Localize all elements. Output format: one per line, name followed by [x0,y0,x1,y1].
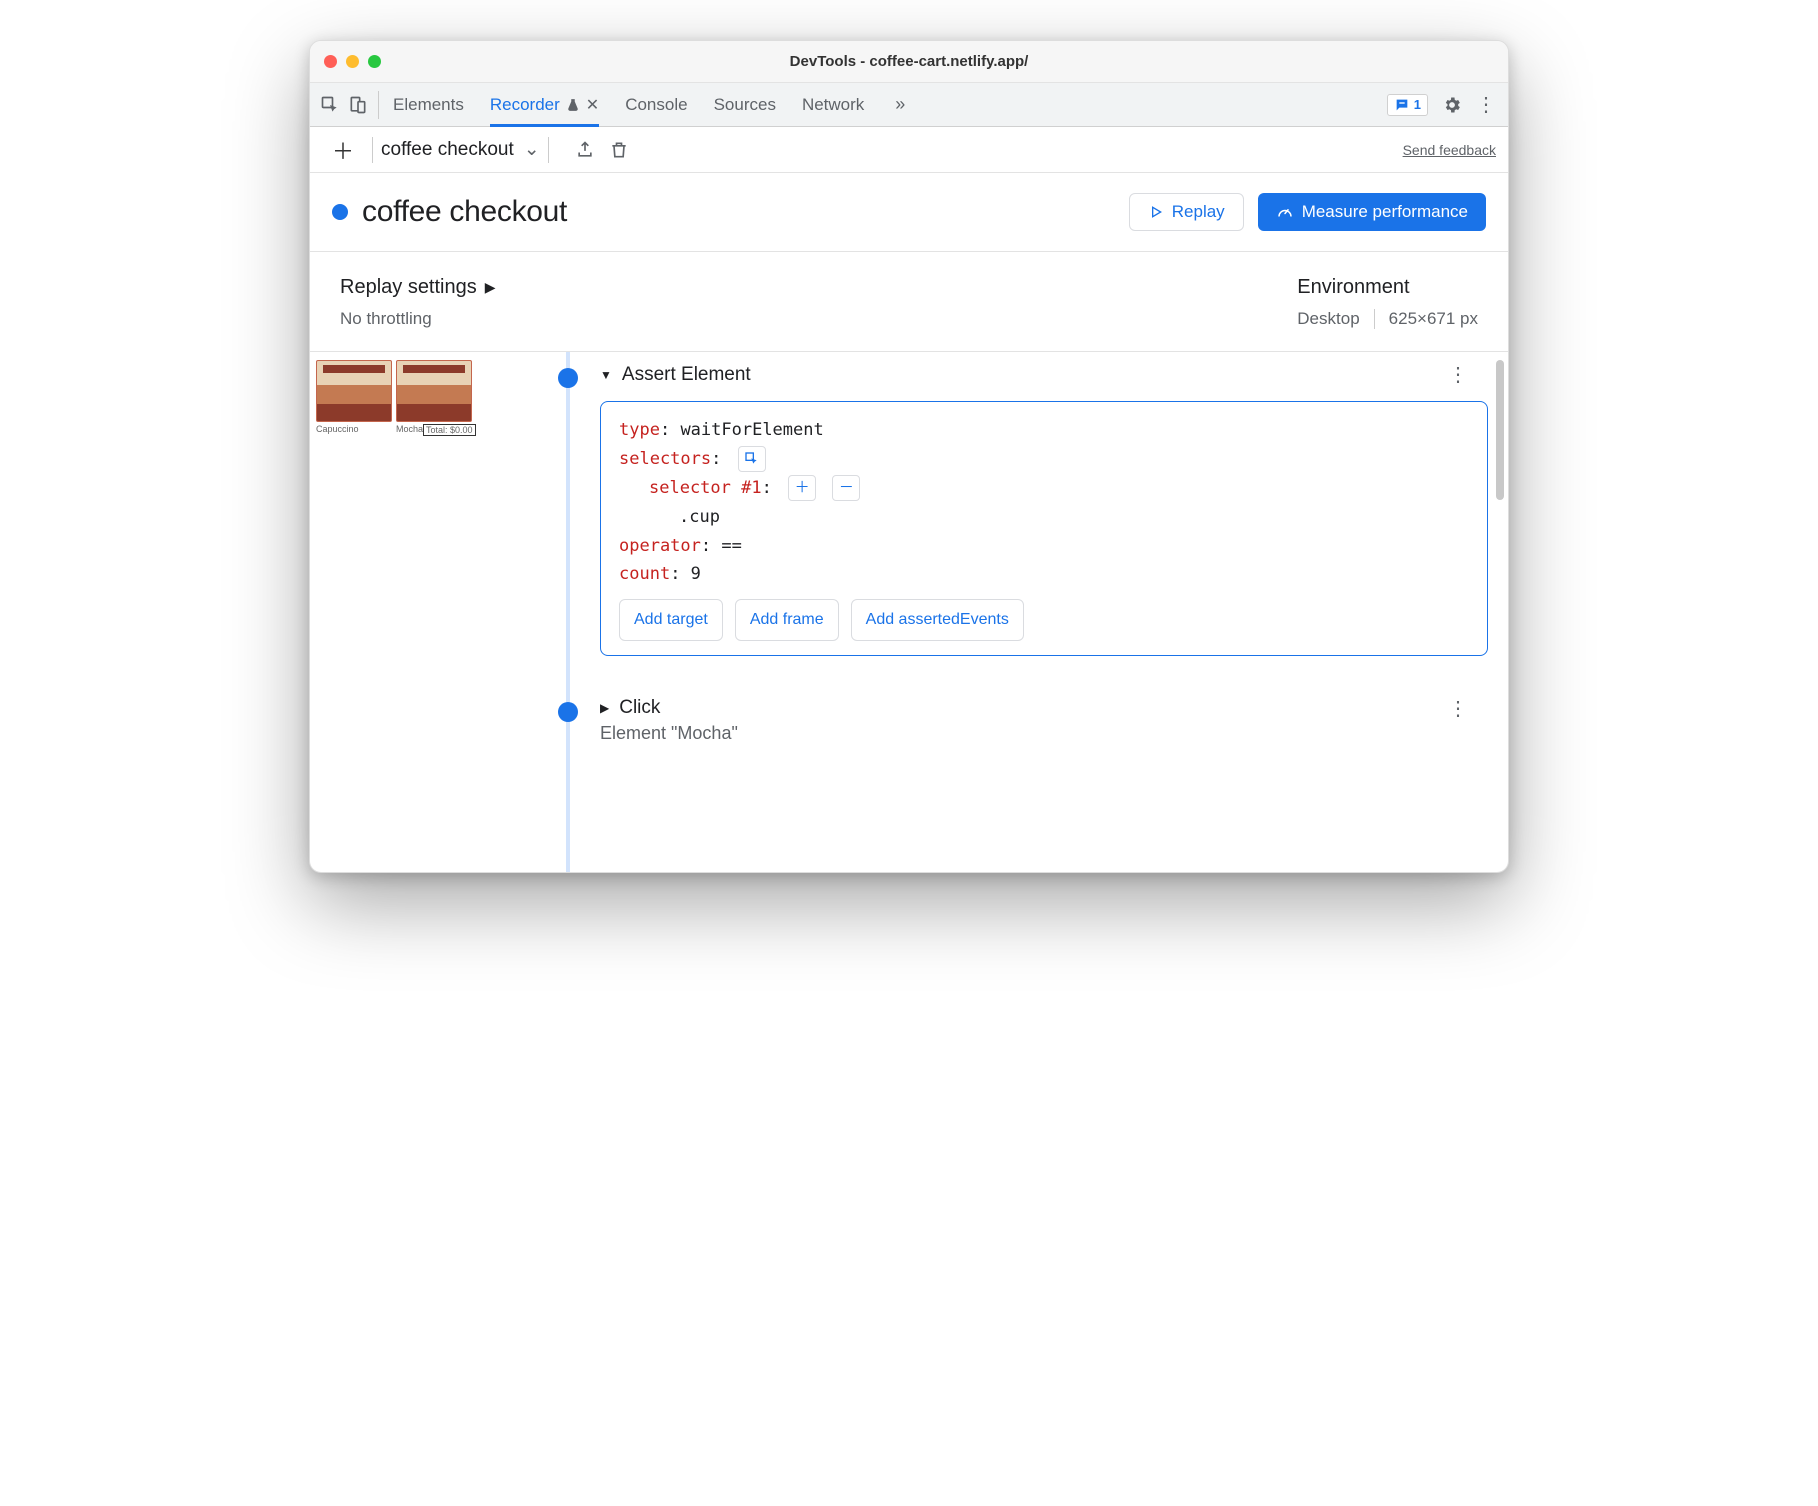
minimize-window-button[interactable] [346,55,359,68]
window-title: DevTools - coffee-cart.netlify.app/ [310,53,1508,70]
chevron-down-icon: ⌄ [524,138,540,161]
prop-key-selectors: selectors [619,449,711,469]
issue-icon [1394,97,1410,113]
replay-button[interactable]: Replay [1129,193,1244,231]
step-title[interactable]: Click [619,697,660,719]
gauge-icon [1276,203,1294,221]
send-feedback-link[interactable]: Send feedback [1403,142,1496,158]
measure-label: Measure performance [1302,202,1468,222]
step-menu-icon[interactable]: ⋮ [1448,696,1468,721]
thumb-total: Total: $0.00 [423,424,476,436]
more-tabs-icon[interactable]: » [890,95,910,115]
delete-icon[interactable] [609,140,629,160]
issues-count: 1 [1414,97,1421,112]
flask-icon [566,98,580,112]
play-icon [1148,204,1164,220]
prop-key-count: count [619,564,670,584]
prop-val-count[interactable]: 9 [691,564,701,584]
prop-key-operator: operator [619,536,701,556]
timeline: Capuccino Mocha Total: $0.00 ▼ Assert [310,352,1508,872]
pick-selector-icon[interactable] [738,446,766,472]
replay-settings-toggle[interactable]: Replay settings ▶ [340,276,1297,299]
recording-header: coffee checkout Replay Measure performan… [310,173,1508,252]
new-recording-button[interactable]: ＋ [322,134,364,166]
step-title[interactable]: Assert Element [622,364,751,386]
scrollbar-thumb[interactable] [1496,360,1504,500]
replay-settings-heading: Replay settings [340,276,477,299]
devtools-window: DevTools - coffee-cart.netlify.app/ Elem… [309,40,1509,873]
divider [1374,309,1375,329]
kebab-menu-icon[interactable]: ⋮ [1476,95,1496,115]
remove-selector-icon[interactable]: － [832,475,860,501]
thumb-label: Mocha [396,424,423,436]
panel-tabbar: Elements Recorder ✕ Console Sources Netw… [310,83,1508,127]
prop-key-selector1: selector #1 [649,478,762,498]
recorder-toolbar: ＋ coffee checkout ⌄ Send feedback [310,127,1508,173]
export-icon[interactable] [575,140,595,160]
environment-device: Desktop [1297,309,1359,329]
step-subtitle: Element "Mocha" [600,723,1488,744]
recording-status-dot [332,204,348,220]
tab-console[interactable]: Console [625,83,687,127]
environment-dimensions: 625×671 px [1389,309,1478,329]
titlebar: DevTools - coffee-cart.netlify.app/ [310,41,1508,83]
collapse-icon[interactable]: ▼ [600,368,612,382]
step-assert-element: ▼ Assert Element ⋮ type: waitForElement … [550,352,1488,676]
recording-selector[interactable]: coffee checkout ⌄ [381,138,540,161]
close-window-button[interactable] [324,55,337,68]
replay-label: Replay [1172,202,1225,222]
step-click: ▶ Click ⋮ Element "Mocha" [550,676,1488,764]
tab-network[interactable]: Network [802,83,864,127]
chevron-right-icon: ▶ [485,279,496,296]
zoom-window-button[interactable] [368,55,381,68]
tab-recorder[interactable]: Recorder ✕ [490,83,599,127]
step-dot [558,702,578,722]
settings-gear-icon[interactable] [1442,95,1462,115]
tab-elements[interactable]: Elements [393,83,464,127]
step-detail-panel: type: waitForElement selectors: selector… [600,401,1488,656]
prop-val-operator[interactable]: == [721,536,741,556]
add-frame-button[interactable]: Add frame [735,599,839,640]
screenshot-thumb[interactable] [316,360,392,422]
selector-value[interactable]: .cup [679,507,720,527]
steps-track: ▼ Assert Element ⋮ type: waitForElement … [490,352,1508,872]
screenshot-thumbnails: Capuccino Mocha Total: $0.00 [310,352,490,872]
measure-performance-button[interactable]: Measure performance [1258,193,1486,231]
recording-title: coffee checkout [362,195,567,229]
expand-icon[interactable]: ▶ [600,701,609,715]
issues-badge[interactable]: 1 [1387,94,1428,116]
recording-selector-label: coffee checkout [381,139,514,161]
settings-row: Replay settings ▶ No throttling Environm… [310,252,1508,352]
tab-sources[interactable]: Sources [714,83,776,127]
throttling-value: No throttling [340,309,1297,329]
divider [372,137,373,163]
close-tab-icon[interactable]: ✕ [586,95,599,115]
prop-key-type: type [619,420,660,440]
prop-val-type[interactable]: waitForElement [680,420,823,440]
thumb-label: Capuccino [316,424,359,434]
window-controls [324,55,381,68]
tab-recorder-label: Recorder [490,95,560,115]
environment-heading: Environment [1297,276,1478,299]
step-menu-icon[interactable]: ⋮ [1448,362,1468,387]
inspect-element-icon[interactable] [320,95,340,115]
step-dot [558,368,578,388]
add-asserted-events-button[interactable]: Add assertedEvents [851,599,1024,640]
add-target-button[interactable]: Add target [619,599,723,640]
divider [548,137,549,163]
screenshot-thumb[interactable] [396,360,472,422]
device-toolbar-icon[interactable] [348,95,368,115]
add-selector-icon[interactable]: ＋ [788,475,816,501]
